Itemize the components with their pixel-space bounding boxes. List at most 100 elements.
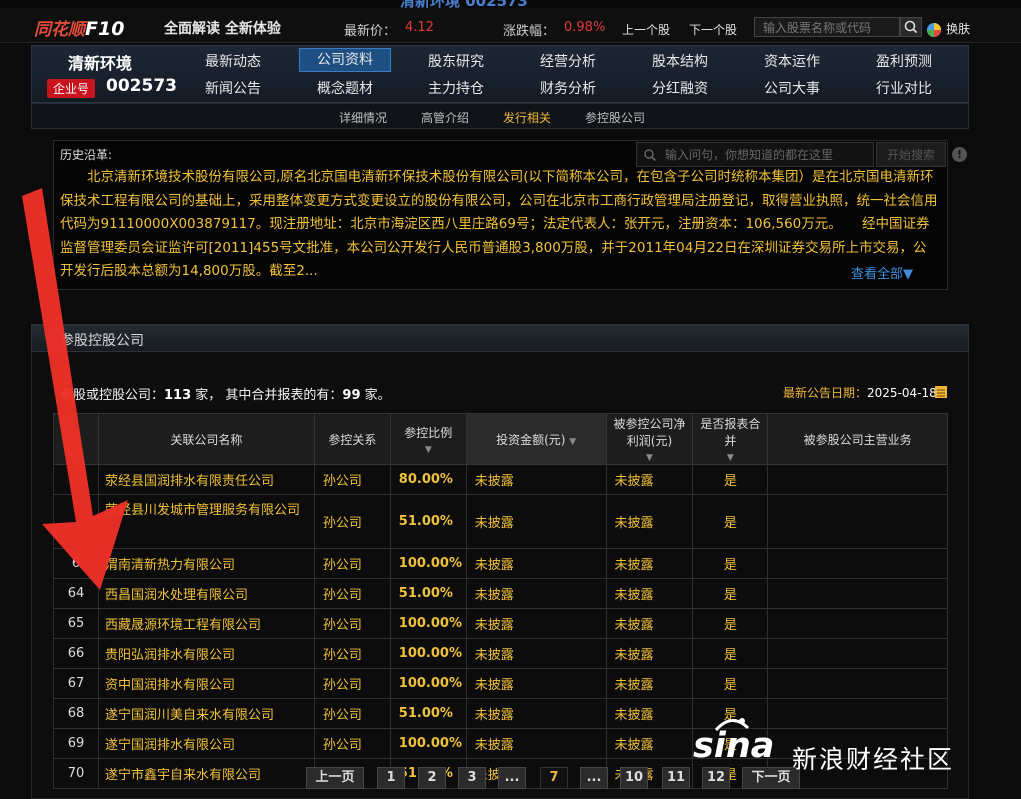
prev-page-button[interactable]: 上一页 (306, 767, 364, 789)
prev-stock-link[interactable]: 上一个股 (622, 21, 670, 38)
row-index (53, 464, 99, 495)
holdings-panel-header (31, 324, 969, 352)
page-button[interactable]: 3 (458, 767, 486, 789)
search-button[interactable] (900, 17, 922, 37)
net-profit-cell: 未披露 (605, 728, 694, 759)
col-header-relation: 参控关系 (313, 413, 391, 465)
col-header-main-business: 被参股公司主营业务 (767, 413, 948, 465)
ratio-cell: 100.00% (389, 548, 467, 579)
main-business-cell (767, 698, 948, 729)
company-name-cell[interactable]: 资中国润排水有限公司 (97, 668, 315, 699)
investment-cell: 未披露 (465, 494, 607, 549)
company-name-cell[interactable]: 遂宁国润排水有限公司 (97, 728, 315, 759)
subnav-executives[interactable]: 高管介绍 (421, 109, 469, 126)
table-row: 64 西昌国润水处理有限公司 孙公司 51.00% 未披露 未披露 是 (53, 578, 948, 609)
tab-latest-news[interactable]: 最新动态 (178, 51, 288, 71)
table-row: 荥经县国润排水有限责任公司 孙公司 80.00% 未披露 未披露 是 (53, 464, 948, 495)
col-header-investment[interactable]: 投资金额(元) ▼ (465, 413, 607, 465)
company-name-cell[interactable]: 渭南清新热力有限公司 (97, 548, 315, 579)
tab-operation-analysis[interactable]: 经营分析 (513, 51, 623, 71)
consolidated-cell: 是 (692, 578, 769, 609)
ths-logo[interactable]: 同花顺F10 (34, 15, 124, 40)
relation-cell: 孙公司 (313, 548, 391, 579)
current-page[interactable]: 7 (540, 767, 568, 789)
enterprise-badge[interactable]: 企业号 (47, 79, 96, 98)
main-business-cell (767, 668, 948, 699)
investment-cell: 未披露 (465, 698, 607, 729)
help-icon[interactable]: ! (952, 147, 967, 162)
col-header-consolidated: 是否报表合并 ▼ (692, 413, 769, 465)
page-button[interactable]: 10 (620, 767, 648, 789)
change-value: 0.98% (564, 20, 606, 35)
table-row: 68 遂宁国润川美自来水有限公司 孙公司 51.00% 未披露 未披露 是 (53, 698, 948, 729)
tab-financial-analysis[interactable]: 财务分析 (513, 78, 623, 98)
investment-cell: 未披露 (465, 578, 607, 609)
company-name-cell[interactable]: 遂宁国润川美自来水有限公司 (97, 698, 315, 729)
tab-profit-forecast[interactable]: 盈利预测 (849, 51, 959, 71)
tab-shareholder-research[interactable]: 股东研究 (401, 51, 511, 71)
tab-concept-theme[interactable]: 概念题材 (290, 78, 400, 98)
consolidated-cell: 是 (692, 464, 769, 495)
company-name-cell[interactable]: 西昌国润水处理有限公司 (97, 578, 315, 609)
page-button[interactable]: 12 (702, 767, 730, 789)
tab-main-holdings[interactable]: 主力持仓 (401, 78, 511, 98)
sina-finance-community: 新浪财经社区 (792, 745, 955, 774)
company-name-cell[interactable]: 荥经县国润排水有限责任公司 (97, 464, 315, 495)
company-name-cell[interactable]: 贵阳弘润排水有限公司 (97, 638, 315, 669)
investment-cell: 未披露 (465, 638, 607, 669)
net-profit-cell: 未披露 (605, 698, 694, 729)
company-name-cell[interactable]: 荥经县川发城市管理服务有限公司 (97, 494, 315, 549)
row-index: 6 (53, 548, 99, 579)
history-text: 北京清新环境技术股份有限公司,原名北京国电清新环保技术股份有限公司(以下简称本公… (60, 169, 938, 279)
relation-cell: 孙公司 (313, 668, 391, 699)
tab-company-events[interactable]: 公司大事 (737, 78, 847, 98)
consolidated-cell: 是 (692, 668, 769, 699)
ratio-cell: 80.00% (389, 464, 467, 495)
company-name-cell[interactable]: 西藏晟源环境工程有限公司 (97, 608, 315, 639)
main-business-cell (767, 578, 948, 609)
net-profit-cell: 未披露 (605, 638, 694, 669)
tab-news-announcements[interactable]: 新闻公告 (178, 78, 288, 98)
holdings-table: 关联公司名称 参控关系 参控比例 ▼ 投资金额(元) ▼ 被参控公司净利润(元) ▼… (53, 413, 948, 789)
table-row: 66 贵阳弘润排水有限公司 孙公司 100.00% 未披露 未披露 是 (53, 638, 948, 669)
ratio-cell: 51.00% (389, 494, 467, 549)
tab-industry-comparison[interactable]: 行业对比 (849, 78, 959, 98)
company-name-cell[interactable]: 遂宁市鑫宇自来水有限公司 (97, 758, 315, 789)
subnav-issuance[interactable]: 发行相关 (503, 109, 551, 126)
tab-company-profile[interactable]: 公司资料 (299, 48, 391, 72)
table-row: 67 资中国润排水有限公司 孙公司 100.00% 未披露 未披露 是 (53, 668, 948, 699)
page-button[interactable]: 1 (377, 767, 405, 789)
relation-cell: 孙公司 (313, 698, 391, 729)
company-name: 清新环境 (67, 54, 132, 73)
ask-question-input[interactable]: 输入问句，你想知道的都在这里 (636, 142, 874, 167)
tab-dividend-financing[interactable]: 分红融资 (625, 78, 735, 98)
tab-capital-operation[interactable]: 资本运作 (737, 51, 847, 71)
row-index: 64 (53, 578, 99, 609)
holdings-summary: 参股或控股公司：113 家， 其中合并报表的有：99 家。 (60, 388, 391, 403)
view-all-link[interactable]: 查看全部▼ (851, 263, 913, 282)
col-header-ratio[interactable]: 参控比例 ▼ (389, 413, 467, 465)
next-stock-link[interactable]: 下一个股 (689, 21, 737, 38)
investment-cell: 未披露 (465, 548, 607, 579)
latest-price-value: 4.12 (405, 20, 434, 35)
ratio-cell: 100.00% (389, 668, 467, 699)
consolidated-cell: 是 (692, 548, 769, 579)
subnav-details[interactable]: 详细情况 (339, 109, 387, 126)
page-ellipsis: ... (580, 767, 608, 789)
window-title: 清新环境 002573 (400, 0, 528, 8)
page-button[interactable]: 2 (418, 767, 446, 789)
latest-announcement-date: 最新公告日期：2025-04-18 (783, 386, 937, 400)
skin-button[interactable]: 换肤 (926, 20, 970, 38)
page-button[interactable]: 11 (662, 767, 690, 789)
holdings-panel-title: 参股控股公司 (60, 333, 144, 349)
tab-share-structure[interactable]: 股本结构 (625, 51, 735, 71)
document-icon[interactable] (934, 385, 948, 399)
col-header-net-profit[interactable]: 被参控公司净利润(元) ▼ (605, 413, 694, 465)
subnav-holdings[interactable]: 参控股公司 (585, 109, 645, 126)
consolidated-cell: 是 (692, 494, 769, 549)
relation-cell: 孙公司 (313, 494, 391, 549)
start-search-button[interactable]: 开始搜索 (876, 142, 946, 167)
row-index: 69 (53, 728, 99, 759)
stock-search-input[interactable]: 输入股票名称或代码 (754, 17, 900, 37)
sub-navigation (31, 103, 969, 129)
